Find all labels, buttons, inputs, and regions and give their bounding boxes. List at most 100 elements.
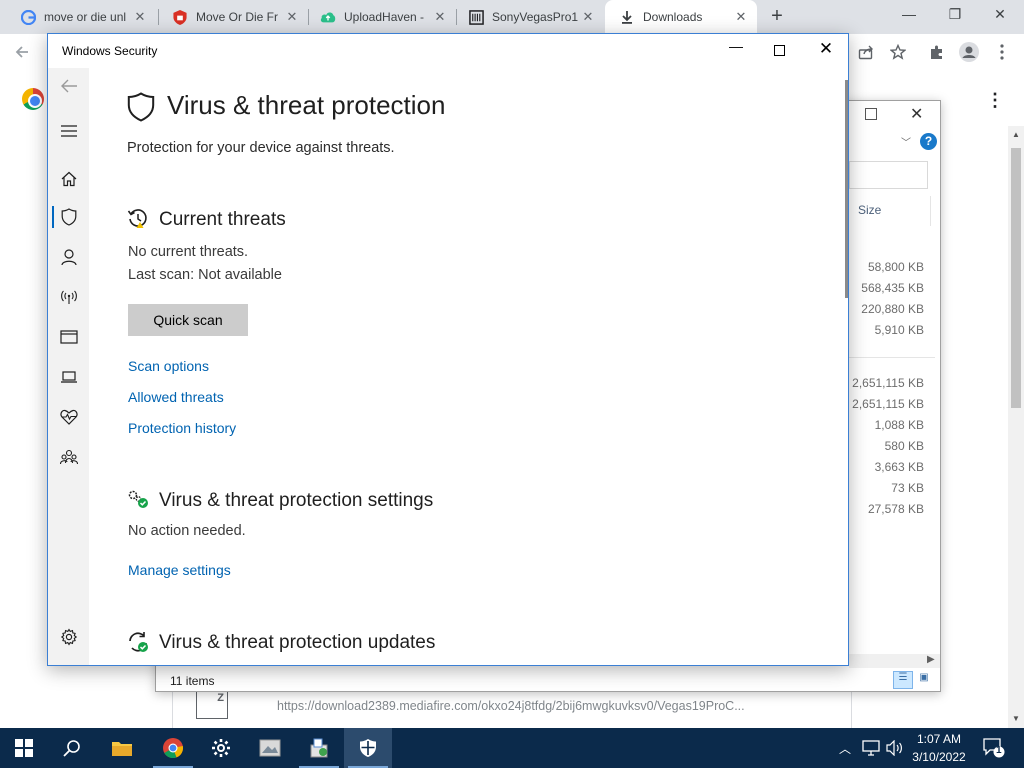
browser-tab-1[interactable]: move or die unl ✕ bbox=[6, 0, 156, 34]
folder-icon bbox=[112, 742, 132, 756]
security-scrollbar[interactable] bbox=[845, 80, 848, 298]
clock-date[interactable]: 3/10/2022 bbox=[910, 750, 968, 764]
tab-title: SonyVegasPro1 bbox=[492, 10, 579, 24]
security-shield-icon bbox=[360, 739, 376, 757]
profile-avatar-icon[interactable] bbox=[959, 42, 979, 62]
app-browser-control-icon[interactable] bbox=[58, 326, 80, 348]
clock-time[interactable]: 1:07 AM bbox=[916, 732, 962, 746]
start-button[interactable] bbox=[0, 728, 48, 768]
update-refresh-check-icon bbox=[127, 631, 149, 658]
explorer-close-button[interactable]: ✕ bbox=[910, 104, 923, 124]
window-title: Windows Security bbox=[62, 44, 158, 58]
installer-package-icon bbox=[310, 738, 328, 758]
nav-selected-indicator bbox=[52, 206, 54, 228]
scan-options-link[interactable]: Scan options bbox=[128, 358, 209, 374]
cloud-upload-icon bbox=[320, 9, 336, 25]
maximize-button[interactable] bbox=[774, 45, 785, 56]
windows-taskbar: ︿ bbox=[0, 728, 1024, 768]
browser-close-button[interactable]: ✕ bbox=[988, 6, 1012, 26]
protection-settings-heading: Virus & threat protection settings bbox=[159, 490, 434, 511]
page-scrollbar[interactable]: ▲ ▼ bbox=[1008, 126, 1024, 728]
tab-title: Downloads bbox=[643, 10, 703, 24]
explorer-maximize-button[interactable] bbox=[865, 108, 877, 120]
details-view-icon[interactable]: ☰ bbox=[893, 671, 913, 689]
close-button[interactable]: ✕ bbox=[817, 39, 835, 59]
chrome-icon bbox=[163, 738, 184, 759]
size-column-header[interactable]: Size bbox=[858, 203, 881, 217]
settings-gear-icon bbox=[212, 739, 230, 757]
explorer-horizontal-scrollbar[interactable]: ▶ bbox=[849, 654, 940, 668]
shield-icon[interactable] bbox=[58, 206, 80, 228]
quick-scan-button[interactable]: Quick scan bbox=[128, 304, 248, 336]
image-viewer-taskbar-button[interactable] bbox=[246, 728, 294, 768]
new-tab-button[interactable]: + bbox=[767, 6, 787, 26]
settings-taskbar-button[interactable] bbox=[197, 728, 245, 768]
chevron-down-icon[interactable]: ﹀ bbox=[901, 134, 911, 149]
settings-status-text: No action needed. bbox=[128, 523, 246, 539]
browser-tab-4[interactable]: SonyVegasPro1 ✕ bbox=[454, 0, 604, 34]
page-title: Virus & threat protection bbox=[167, 90, 446, 120]
browser-tab-5-active[interactable]: Downloads ✕ bbox=[605, 0, 757, 34]
tab-close-icon[interactable]: ✕ bbox=[432, 9, 448, 25]
hamburger-menu-icon[interactable] bbox=[58, 120, 80, 142]
show-hidden-icons-chevron-icon[interactable]: ︿ bbox=[839, 740, 851, 757]
back-arrow-icon[interactable] bbox=[58, 75, 80, 97]
action-center-notification-icon[interactable]: 1 bbox=[983, 738, 1005, 758]
tab-close-icon[interactable]: ✕ bbox=[132, 9, 148, 25]
scroll-down-arrow-icon[interactable]: ▼ bbox=[1012, 714, 1020, 723]
scroll-right-arrow-icon[interactable]: ▶ bbox=[927, 654, 935, 665]
share-icon[interactable] bbox=[856, 42, 876, 62]
manage-settings-link[interactable]: Manage settings bbox=[128, 562, 231, 578]
browser-tab-2[interactable]: Move Or Die Fr ✕ bbox=[158, 0, 308, 34]
bookmark-star-icon[interactable] bbox=[888, 42, 908, 62]
column-divider bbox=[930, 196, 931, 226]
windows-logo-icon bbox=[15, 739, 33, 757]
explorer-search-input[interactable] bbox=[849, 161, 928, 189]
network-icon[interactable] bbox=[862, 740, 880, 761]
tab-close-icon[interactable]: ✕ bbox=[733, 9, 749, 25]
threat-status-text: No current threats. bbox=[128, 244, 249, 260]
family-options-icon[interactable] bbox=[58, 446, 80, 468]
file-explorer-taskbar-button[interactable] bbox=[98, 728, 146, 768]
chrome-taskbar-button[interactable] bbox=[149, 728, 197, 768]
volume-icon[interactable] bbox=[886, 739, 904, 761]
browser-restore-button[interactable]: ❐ bbox=[943, 6, 967, 26]
google-icon bbox=[20, 9, 36, 25]
account-icon[interactable] bbox=[58, 246, 80, 268]
protection-history-link[interactable]: Protection history bbox=[128, 420, 236, 436]
browser-minimize-button[interactable]: — bbox=[897, 6, 921, 26]
large-icons-view-icon[interactable]: ▣ bbox=[916, 672, 932, 688]
back-arrow-icon[interactable] bbox=[12, 42, 32, 62]
settings-gear-icon[interactable] bbox=[58, 626, 80, 648]
shield-icon bbox=[127, 92, 155, 127]
extensions-puzzle-icon[interactable] bbox=[927, 42, 947, 62]
tab-close-icon[interactable]: ✕ bbox=[580, 9, 596, 25]
browser-menu-icon[interactable] bbox=[992, 42, 1012, 62]
chrome-logo-icon bbox=[22, 88, 44, 110]
downloads-more-menu-icon[interactable]: ⋮ bbox=[986, 90, 1004, 111]
scroll-up-arrow-icon[interactable]: ▲ bbox=[1012, 130, 1020, 139]
zip-file-icon: Z bbox=[196, 691, 228, 719]
device-health-heart-icon[interactable] bbox=[58, 406, 80, 428]
wireless-icon[interactable] bbox=[58, 286, 80, 308]
notification-count: 1 bbox=[996, 745, 1002, 756]
tab-close-icon[interactable]: ✕ bbox=[284, 9, 300, 25]
windows-security-window: Windows Security — ✕ Virus & threat prot… bbox=[47, 33, 849, 666]
scrollbar-thumb[interactable] bbox=[1011, 148, 1021, 408]
security-main-content: Virus & threat protection Protection for… bbox=[89, 68, 841, 665]
minimize-button[interactable]: — bbox=[726, 38, 746, 54]
home-icon[interactable] bbox=[58, 168, 80, 190]
windows-security-taskbar-button[interactable] bbox=[344, 728, 392, 768]
device-security-laptop-icon[interactable] bbox=[58, 366, 80, 388]
download-url[interactable]: https://download2389.mediafire.com/okxo2… bbox=[277, 699, 745, 713]
installer-taskbar-button[interactable] bbox=[295, 728, 343, 768]
settings-gears-check-icon bbox=[127, 489, 149, 514]
search-button[interactable] bbox=[48, 728, 96, 768]
allowed-threats-link[interactable]: Allowed threats bbox=[128, 389, 224, 405]
explorer-item-count: 11 items bbox=[170, 674, 215, 688]
browser-tab-3[interactable]: UploadHaven - ✕ bbox=[306, 0, 456, 34]
help-icon[interactable]: ? bbox=[920, 133, 937, 150]
tab-title: UploadHaven - bbox=[344, 10, 425, 24]
browser-tab-strip: move or die unl ✕ Move Or Die Fr ✕ Uploa… bbox=[0, 0, 1024, 34]
current-threats-heading: Current threats bbox=[159, 209, 286, 230]
